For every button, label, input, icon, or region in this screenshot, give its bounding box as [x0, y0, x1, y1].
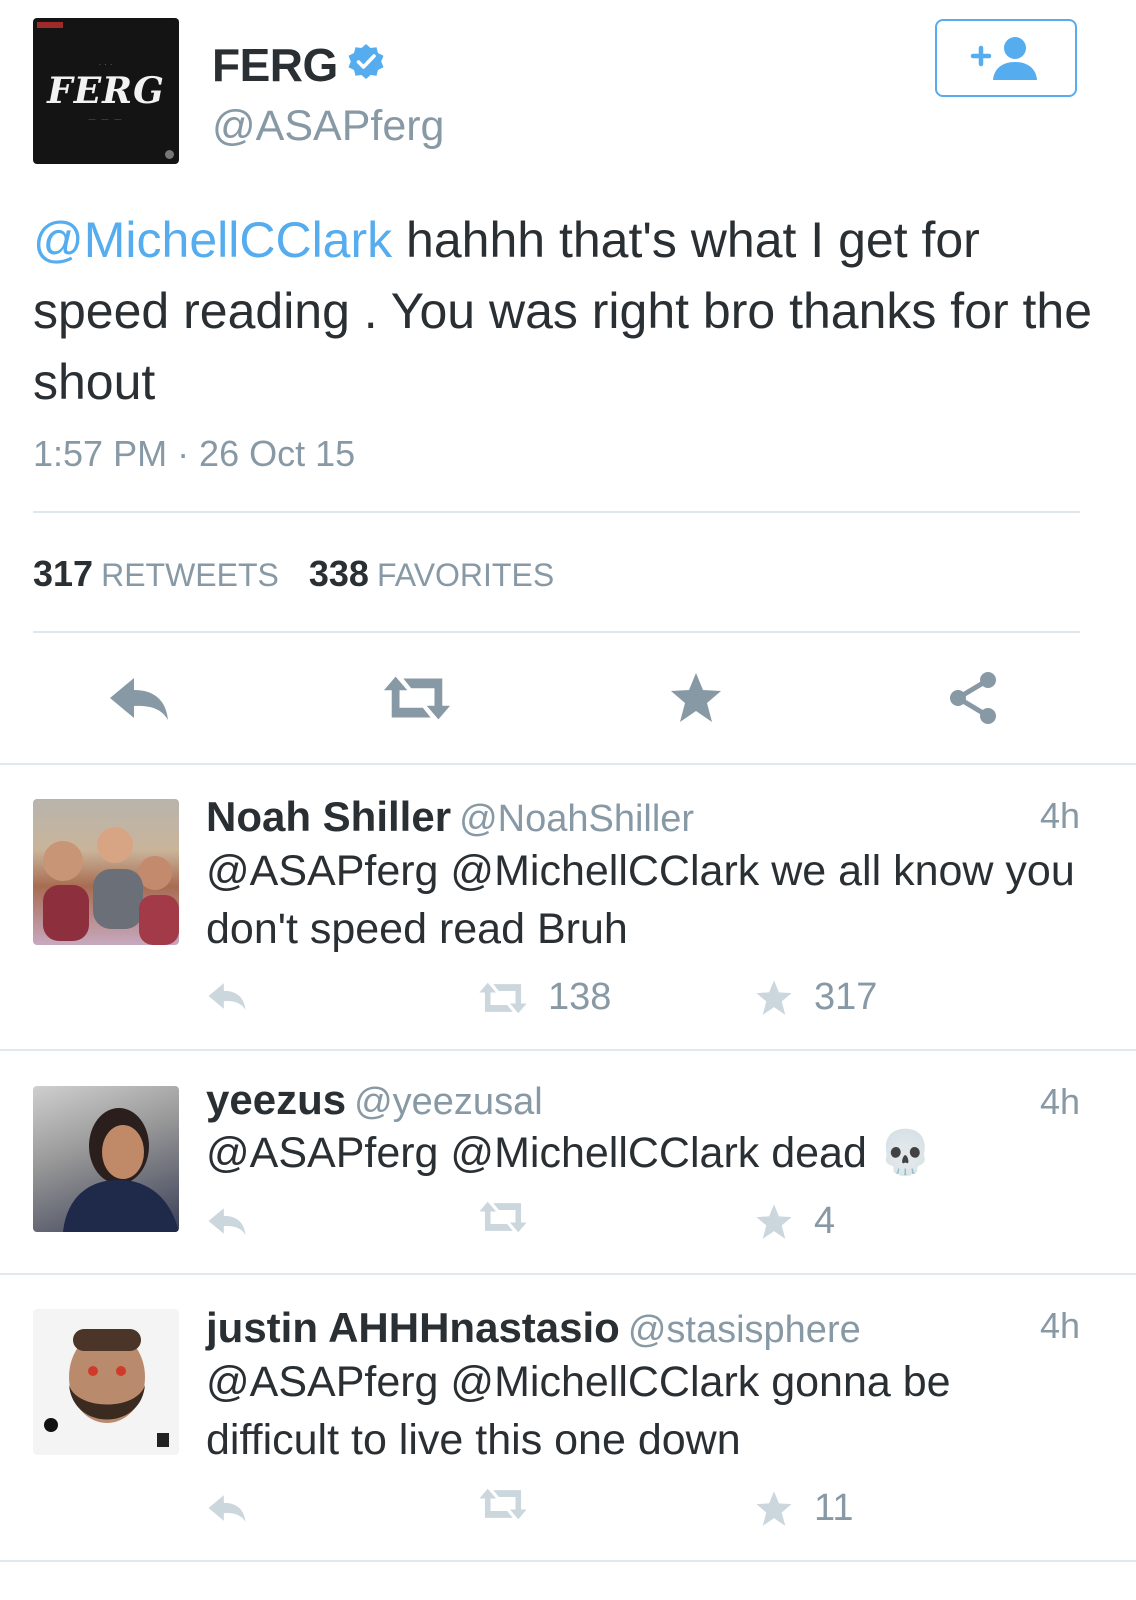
tweet-text: @MichellCClark hahhh that's what I get f… [33, 205, 1093, 418]
divider [0, 1560, 1136, 1562]
reply-author[interactable]: Noah Shiller @NoahShiller [206, 793, 694, 841]
reply-author-name: yeezus [206, 1076, 347, 1123]
tweet-stats: 317 RETWEETS 338 FAVORITES [33, 553, 554, 595]
add-user-icon [970, 37, 1037, 80]
reply-reply-button[interactable] [206, 1205, 268, 1237]
reply-reply-button[interactable] [206, 980, 268, 1012]
favorites-stat[interactable]: 338 FAVORITES [309, 553, 554, 594]
reply-icon [208, 983, 246, 1010]
reply-favorite-button[interactable]: 4 [754, 1200, 835, 1243]
follow-button[interactable] [935, 19, 1077, 97]
star-icon [756, 1203, 792, 1239]
reply-favorite-count: 317 [814, 976, 878, 1018]
retweet-icon [479, 1201, 527, 1233]
reply-author-handle: @yeezusal [354, 1081, 543, 1123]
reply-time: 4h [1039, 795, 1080, 836]
reply-avatar[interactable] [33, 1086, 179, 1232]
divider [0, 763, 1136, 765]
retweets-stat[interactable]: 317 RETWEETS [33, 553, 279, 594]
retweet-icon [383, 676, 451, 720]
star-icon [756, 979, 792, 1015]
share-button[interactable] [939, 668, 1009, 728]
reply-icon [208, 1495, 246, 1522]
favorites-count: 338 [308, 553, 369, 594]
reply-favorite-button[interactable]: 317 [754, 976, 877, 1019]
reply-text: @ASAPferg @MichellCClark gonna be diffic… [206, 1358, 951, 1464]
reply-author-name: Noah Shiller [206, 793, 452, 840]
favorites-label: FAVORITES [376, 557, 555, 593]
reply-author[interactable]: yeezus @yeezusal [206, 1076, 543, 1124]
share-icon [950, 672, 996, 724]
retweets-count: 317 [33, 553, 94, 594]
reply-avatar[interactable] [33, 799, 179, 945]
avatar-logo: FERG [47, 70, 165, 112]
divider [0, 1273, 1136, 1275]
reply-retweet-count: 138 [548, 976, 612, 1018]
reply-retweet-button[interactable] [478, 1487, 548, 1521]
tweet-timestamp: 1:57 PM · 26 Oct 15 [33, 433, 356, 474]
reply-favorite-count: 4 [814, 1200, 836, 1242]
divider [33, 511, 1080, 513]
display-name[interactable]: FERG [212, 38, 338, 92]
star-icon [756, 1490, 792, 1526]
profile-avatar[interactable]: · · · FERG — — — [33, 18, 179, 164]
reply-button[interactable] [104, 668, 174, 728]
user-handle[interactable]: @ASAPferg [212, 102, 444, 151]
divider [33, 631, 1080, 633]
reply-favorite-button[interactable]: 11 [754, 1487, 853, 1530]
reply-author[interactable]: justin AHHHnastasio @stasisphere [206, 1304, 861, 1352]
reply-avatar[interactable] [33, 1309, 179, 1455]
reply-favorite-count: 11 [814, 1487, 854, 1529]
retweet-button[interactable] [382, 668, 452, 728]
reply-retweet-button[interactable]: 138 [478, 976, 611, 1019]
retweet-icon [479, 1488, 527, 1520]
retweet-icon [479, 982, 527, 1013]
star-icon [671, 673, 721, 722]
reply-reply-button[interactable] [206, 1492, 268, 1524]
tweet-mention-link[interactable]: @MichellCClark [33, 212, 392, 268]
divider [0, 1049, 1136, 1051]
retweets-label: RETWEETS [101, 557, 279, 593]
reply-time: 4h [1039, 1081, 1080, 1122]
reply-author-name: justin AHHHnastasio [206, 1304, 620, 1351]
reply-author-handle: @NoahShiller [459, 798, 695, 840]
reply-icon [110, 678, 168, 720]
reply-time: 4h [1039, 1305, 1080, 1346]
verified-check-icon [348, 44, 384, 79]
reply-text: @ASAPferg @MichellCClark we all know you… [206, 847, 1075, 953]
favorite-button[interactable] [661, 668, 731, 728]
reply-retweet-button[interactable] [478, 1200, 548, 1234]
reply-text: @ASAPferg @MichellCClark dead 💀 [206, 1129, 933, 1177]
reply-icon [208, 1208, 246, 1235]
reply-author-handle: @stasisphere [627, 1309, 861, 1351]
